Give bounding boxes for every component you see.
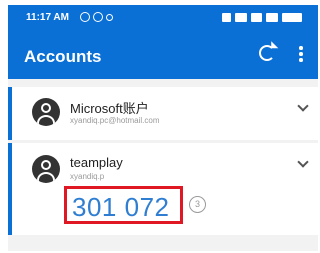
notification-icon [93, 12, 103, 22]
more-vert-icon[interactable] [299, 46, 303, 62]
signal-icon-2 [266, 13, 278, 22]
code-timer-icon: 3 [189, 196, 206, 213]
person-body [37, 172, 55, 183]
chevron-down-icon[interactable] [297, 100, 309, 112]
account-card-microsoft[interactable]: Microsoft账户 xyandiq.pc@hotmail.com [8, 87, 318, 140]
nfc-icon [222, 13, 231, 22]
account-email: xyandiq.p [70, 172, 105, 181]
status-time: 11:17 AM [26, 12, 69, 23]
person-body [37, 115, 55, 126]
account-email: xyandiq.pc@hotmail.com [70, 116, 160, 125]
sync-icon [80, 12, 90, 22]
person-icon [41, 103, 51, 113]
verification-code[interactable]: 301 072 [72, 192, 169, 223]
dot-icon [106, 14, 113, 21]
battery-icon [282, 13, 302, 22]
account-card-teamplay[interactable]: teamplay xyandiq.p 301 072 3 [8, 143, 318, 235]
status-bar: 11:17 AM [8, 5, 318, 29]
person-icon [41, 160, 51, 170]
account-name: Microsoft账户 [70, 101, 149, 116]
app-header: 11:17 AM Accounts [8, 5, 318, 79]
signal-icon [235, 13, 247, 22]
avatar [32, 155, 60, 183]
page-title: Accounts [24, 47, 102, 66]
status-icons [222, 13, 302, 22]
account-name: teamplay [70, 155, 123, 170]
wifi-icon [251, 13, 262, 22]
chevron-down-icon[interactable] [297, 156, 309, 168]
verification-code-highlight: 301 072 [64, 186, 183, 224]
phone-screen: 11:17 AM Accounts Microsoft账户 xyandiq.pc… [8, 5, 318, 251]
avatar [32, 98, 60, 126]
refresh-icon[interactable] [259, 45, 275, 61]
